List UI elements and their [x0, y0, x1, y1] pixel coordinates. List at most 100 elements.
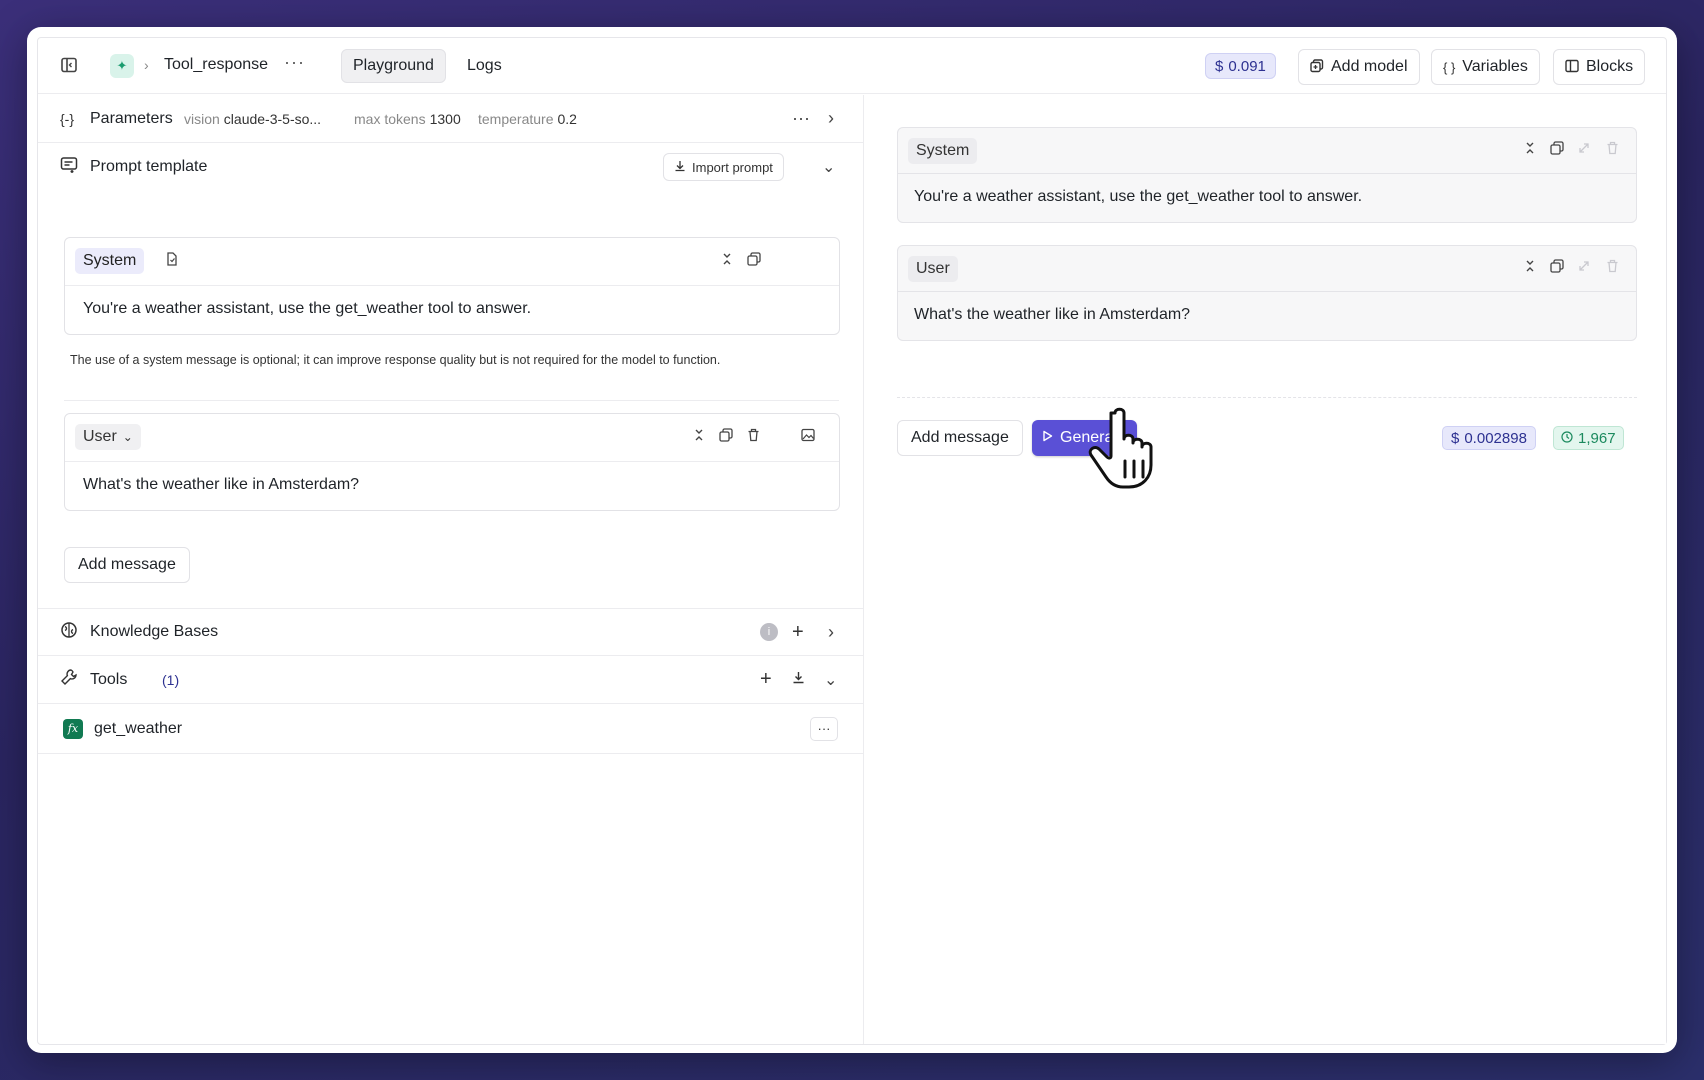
- chevron-down-icon: ⌄: [122, 430, 133, 444]
- more-icon[interactable]: ···: [792, 108, 810, 129]
- output-system-card: System You're a weather assistant, use t…: [897, 127, 1637, 223]
- copy-plus-icon: [1310, 58, 1324, 76]
- file-icon[interactable]: [165, 252, 179, 270]
- run-time-badge: 1,967: [1553, 426, 1624, 450]
- chevron-down-icon[interactable]: ⌄: [822, 157, 835, 177]
- download-icon[interactable]: [792, 671, 805, 689]
- dollar-icon: $: [1451, 429, 1460, 447]
- import-prompt-label: Import prompt: [692, 159, 773, 175]
- tools-row[interactable]: Tools (1) + ⌄: [38, 656, 863, 704]
- clock-icon: [1561, 430, 1573, 447]
- blocks-label: Blocks: [1586, 58, 1634, 75]
- run-time-value: 1,967: [1578, 429, 1616, 447]
- more-icon[interactable]: ···: [284, 52, 305, 73]
- info-icon[interactable]: i: [760, 623, 778, 641]
- trash-icon[interactable]: [1606, 259, 1619, 277]
- more-icon[interactable]: ···: [810, 716, 838, 741]
- page-title[interactable]: Tool_response: [164, 56, 268, 74]
- user-message-card: User ⌄ What's the weather like in Amster…: [64, 413, 840, 511]
- play-icon: [1042, 429, 1053, 447]
- user-role-pill: User: [908, 256, 958, 282]
- add-message-button[interactable]: Add message: [897, 420, 1023, 456]
- knowledge-bases-label: Knowledge Bases: [90, 623, 219, 640]
- collapse-icon[interactable]: [1524, 259, 1536, 277]
- chevron-right-icon[interactable]: ›: [828, 108, 834, 129]
- collapse-icon[interactable]: [1524, 141, 1536, 159]
- expand-icon[interactable]: [1578, 259, 1590, 276]
- tools-label: Tools: [90, 670, 128, 688]
- system-role-pill: System: [908, 138, 978, 164]
- variables-button[interactable]: { } Variables: [1431, 49, 1540, 85]
- pointer-cursor-icon: [1088, 407, 1153, 489]
- tool-name: get_weather: [94, 719, 183, 737]
- braces-icon: { }: [1443, 59, 1456, 75]
- tab-playground[interactable]: Playground: [341, 49, 446, 83]
- app-frame: ✦ › Tool_response ··· Playground Logs $ …: [37, 37, 1667, 1045]
- output-system-content[interactable]: You're a weather assistant, use the get_…: [898, 174, 1636, 222]
- add-model-label: Add model: [1331, 58, 1408, 75]
- system-message-note: The use of a system message is optional;…: [70, 353, 721, 367]
- output-user-content[interactable]: What's the weather like in Amsterdam?: [898, 292, 1636, 340]
- prompt-icon: [60, 156, 78, 179]
- user-message-content[interactable]: What's the weather like in Amsterdam?: [65, 462, 839, 510]
- top-bar: ✦ › Tool_response ··· Playground Logs $ …: [38, 38, 1666, 94]
- copy-icon[interactable]: [1550, 141, 1564, 159]
- user-role-label: User: [83, 428, 117, 445]
- blocks-button[interactable]: Blocks: [1553, 49, 1646, 85]
- cost-badge: $ 0.091: [1205, 53, 1276, 79]
- system-message-content[interactable]: You're a weather assistant, use the get_…: [65, 286, 839, 334]
- collapse-icon[interactable]: [721, 252, 733, 270]
- run-cost-value: 0.002898: [1464, 429, 1527, 447]
- plus-icon[interactable]: +: [792, 621, 804, 644]
- add-model-button[interactable]: Add model: [1298, 49, 1420, 85]
- tab-logs[interactable]: Logs: [456, 49, 513, 83]
- tools-count: (1): [162, 671, 180, 688]
- copy-icon[interactable]: [1550, 259, 1564, 277]
- system-message-header: System: [65, 238, 839, 286]
- output-system-header: System: [898, 128, 1636, 174]
- copy-icon[interactable]: [747, 252, 761, 270]
- dollar-icon: $: [1215, 57, 1224, 75]
- copy-icon[interactable]: [719, 428, 733, 446]
- app-window: ✦ › Tool_response ··· Playground Logs $ …: [27, 27, 1677, 1053]
- output-user-card: User What's the weather like in Amsterda…: [897, 245, 1637, 341]
- expand-icon[interactable]: [1578, 141, 1590, 158]
- trash-icon[interactable]: [747, 428, 760, 446]
- chevron-right-icon: ›: [144, 57, 149, 73]
- import-prompt-button[interactable]: Import prompt: [663, 153, 784, 181]
- output-user-header: User: [898, 246, 1636, 292]
- system-message-card: System You're a weather assistant, use t…: [64, 237, 840, 335]
- collapse-icon[interactable]: [693, 428, 705, 446]
- divider: [897, 397, 1637, 398]
- plus-icon[interactable]: +: [760, 668, 772, 691]
- right-panel: System You're a weather assistant, use t…: [865, 95, 1666, 1044]
- run-cost-badge: $ 0.002898: [1442, 426, 1536, 450]
- trash-icon[interactable]: [1606, 141, 1619, 159]
- param-vision: vision claude-3-5-so...: [184, 110, 322, 127]
- divider: [64, 400, 839, 401]
- chevron-down-icon[interactable]: ⌄: [824, 670, 837, 690]
- image-icon[interactable]: [801, 428, 815, 446]
- system-role-pill: System: [75, 248, 145, 274]
- wrench-icon: [60, 668, 78, 691]
- braces-icon: {-}: [60, 110, 75, 127]
- prompt-template-row: Prompt template Import prompt ⌄: [38, 143, 863, 191]
- param-max-tokens: max tokens 1300: [354, 110, 461, 127]
- sidebar-toggle-icon[interactable]: [60, 56, 80, 76]
- fx-icon: fx: [63, 718, 83, 739]
- tool-item[interactable]: fx get_weather ···: [38, 704, 863, 754]
- param-temperature: temperature 0.2: [478, 110, 577, 127]
- app-sparkle-icon: ✦: [110, 54, 134, 78]
- columns-icon: [1565, 59, 1579, 76]
- user-role-dropdown[interactable]: User ⌄: [75, 424, 141, 450]
- parameters-label: Parameters: [90, 109, 173, 127]
- variables-label: Variables: [1462, 58, 1528, 75]
- chevron-right-icon[interactable]: ›: [828, 622, 834, 643]
- brain-icon: [60, 621, 78, 644]
- user-message-header: User ⌄: [65, 414, 839, 462]
- parameters-row[interactable]: {-} Parameters vision claude-3-5-so... ma…: [38, 95, 863, 143]
- add-message-button[interactable]: Add message: [64, 547, 190, 583]
- knowledge-bases-row[interactable]: Knowledge Bases i + ›: [38, 608, 863, 656]
- download-icon: [674, 160, 686, 175]
- prompt-template-label: Prompt template: [90, 158, 208, 175]
